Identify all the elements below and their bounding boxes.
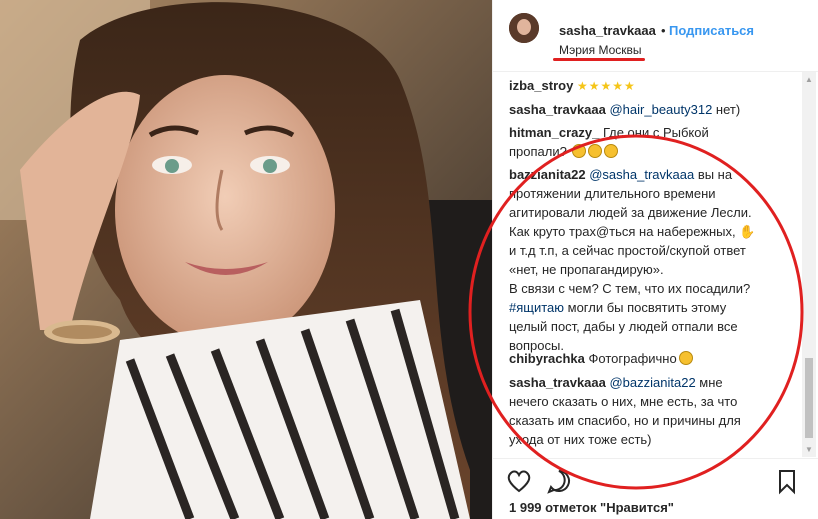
comment-mention[interactable]: @hair_beauty312 — [609, 102, 712, 117]
comment-username[interactable]: chibyrachka — [509, 351, 585, 366]
comment-text: нет) — [712, 102, 741, 117]
post-side-panel: sasha_travkaaa • Подписаться Мэрия Москв… — [492, 0, 818, 519]
smile-emoji — [678, 351, 693, 365]
star-emoji: ★★★★★ — [576, 79, 636, 93]
comment-text: Фотографично — [588, 351, 677, 366]
likes-count[interactable]: 1 999 отметок "Нравится" — [509, 500, 674, 515]
comment-item: hitman_crazy_ Где они с Рыбкой пропали? — [509, 123, 765, 161]
comment-username[interactable]: hitman_crazy_ — [509, 125, 599, 140]
post-photo[interactable] — [0, 0, 492, 519]
annotation-underline — [553, 58, 645, 61]
post-photo-image — [0, 0, 492, 519]
comment-item: sasha_travkaaa @bazzianita22 мне нечего … — [509, 373, 765, 449]
comment-username[interactable]: sasha_travkaaa — [509, 102, 606, 117]
comment-mention[interactable]: @bazzianita22 — [609, 375, 695, 390]
worried-face-emoji — [588, 144, 603, 158]
comment-mention[interactable]: @sasha_travkaaa — [589, 167, 694, 182]
heart-icon[interactable] — [505, 467, 533, 495]
comment-text: и т.д т.п, а сейчас простой/скупой ответ… — [509, 243, 746, 277]
header-dot-separator: • — [661, 23, 666, 38]
comment-item: chibyrachka Фотографично — [509, 349, 765, 368]
location-link[interactable]: Мэрия Москвы — [559, 43, 642, 57]
worried-face-emoji — [604, 144, 619, 158]
scrollbar-thumb[interactable] — [805, 358, 813, 438]
comment-text: В связи с чем? С тем, что их посадили? — [509, 281, 751, 296]
comments-list[interactable]: izba_stroy ★★★★★ sasha_travkaaa @hair_be… — [493, 72, 803, 457]
comment-hashtag[interactable]: #ящитаю — [509, 300, 564, 315]
post-actions-bar — [493, 458, 818, 498]
worried-face-emoji — [572, 144, 587, 158]
comment-item: sasha_travkaaa @hair_beauty312 нет) — [509, 100, 765, 119]
scroll-up-arrow-icon[interactable]: ▲ — [805, 76, 813, 84]
hand-emoji: ✋ — [739, 224, 756, 239]
header-username[interactable]: sasha_travkaaa — [559, 23, 656, 38]
follow-button[interactable]: Подписаться — [669, 23, 754, 38]
comment-item: izba_stroy ★★★★★ — [509, 76, 765, 96]
scroll-down-arrow-icon[interactable]: ▼ — [805, 446, 813, 454]
bookmark-icon[interactable] — [773, 467, 801, 495]
comment-username[interactable]: bazzianita22 — [509, 167, 586, 182]
comment-username[interactable]: izba_stroy — [509, 78, 573, 93]
comment-username[interactable]: sasha_travkaaa — [509, 375, 606, 390]
post-header: sasha_travkaaa • Подписаться Мэрия Москв… — [493, 0, 818, 72]
comment-item: bazzianita22 @sasha_travkaaa вы на протя… — [509, 165, 765, 355]
avatar[interactable] — [509, 13, 539, 43]
comment-icon[interactable] — [545, 467, 573, 495]
